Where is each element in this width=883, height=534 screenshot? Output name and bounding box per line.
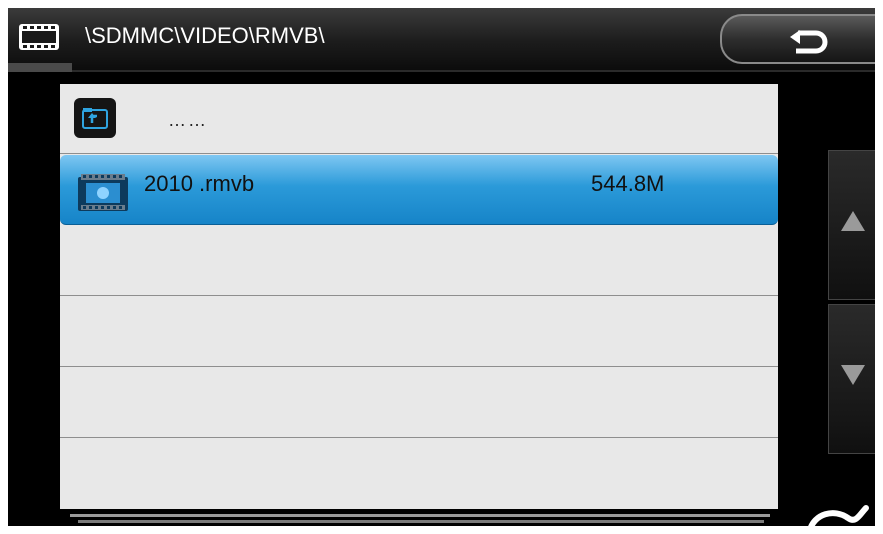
triangle-down-icon [841,365,865,385]
current-path: \SDMMC\VIDEO\RMVB\ [85,23,325,48]
folder-up-icon [74,98,116,138]
list-bottom-edge [70,514,770,517]
media-browser-screen: \SDMMC\VIDEO\RMVB\ …… 2010 .rmvb 544.8M [8,8,875,526]
list-bottom-edge [78,520,764,523]
empty-row [60,439,778,509]
triangle-up-icon [841,211,865,231]
parent-folder-label: …… [168,110,208,130]
empty-row [60,226,778,296]
file-list: …… 2010 .rmvb 544.8M [60,84,778,509]
header-bar: \SDMMC\VIDEO\RMVB\ [8,8,875,70]
film-strip-icon [19,24,59,50]
empty-row [60,368,778,438]
parent-folder-row[interactable]: …… [60,84,778,154]
watermark-mark [808,505,869,526]
file-row[interactable]: 2010 .rmvb 544.8M [60,155,778,225]
file-name: 2010 .rmvb [144,171,255,196]
file-size: 544.8M [591,171,665,196]
back-arrow-icon [790,30,828,54]
scroll-down-button[interactable] [828,304,875,454]
header-tab-accent [8,63,72,72]
scroll-up-button[interactable] [828,150,875,300]
header-divider [8,70,875,72]
empty-row [60,297,778,367]
back-button[interactable] [720,14,875,64]
video-file-icon [78,174,128,211]
